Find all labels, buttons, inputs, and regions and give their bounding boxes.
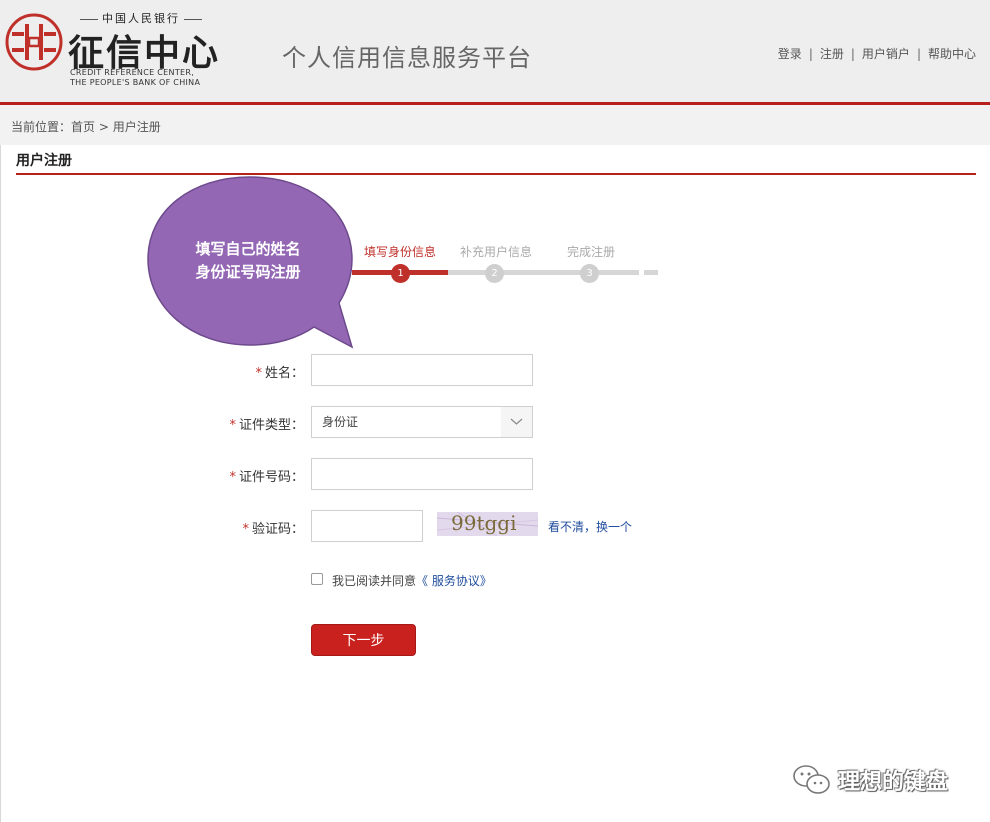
captcha-text: 99tggi [451, 512, 517, 535]
watermark-text: 理想的键盘 [838, 770, 949, 795]
step-3-dot: 3 [580, 264, 599, 283]
step-track-end [644, 270, 658, 275]
required-mark: * [255, 366, 262, 381]
step-1-dot: 1 [391, 264, 410, 283]
step-1-label: 填写身份信息 [364, 245, 437, 259]
nav-close-account-link[interactable]: 用户销户 [862, 47, 910, 61]
content-left-border [0, 145, 1, 822]
nav-separator: | [808, 47, 813, 61]
nav-register-link[interactable]: 注册 [820, 47, 844, 61]
nav-separator: | [916, 47, 921, 61]
required-mark: * [229, 418, 236, 433]
seal-icon [5, 13, 63, 71]
id-type-select[interactable]: 身份证 [311, 406, 533, 438]
breadcrumb-current: 用户注册 [112, 120, 161, 134]
breadcrumb-home-link[interactable]: 首页 [71, 120, 95, 134]
id-type-label: * 证件类型： [220, 414, 304, 433]
captcha-input[interactable] [311, 510, 423, 542]
agree-checkbox[interactable] [311, 573, 323, 585]
name-input[interactable] [311, 354, 533, 386]
captcha-label: * 验证码： [230, 518, 304, 537]
annotation-text: 填写自己的姓名 身份证号码注册 [146, 238, 350, 284]
id-number-label-text: 证件号码： [238, 470, 304, 485]
refresh-captcha-link[interactable]: 看不清，换一个 [548, 518, 632, 535]
id-number-input[interactable] [311, 458, 533, 490]
breadcrumb-separator: > [98, 120, 109, 134]
top-nav: 登录 | 注册 | 用户销户 | 帮助中心 [778, 45, 976, 62]
step-track-inactive [448, 270, 639, 275]
breadcrumb: 当前位置：首页 > 用户注册 [11, 118, 161, 135]
annotation-line1: 填写自己的姓名 [195, 240, 301, 258]
nav-help-link[interactable]: 帮助中心 [928, 47, 976, 61]
agreement-text: 我已阅读并同意《 服务协议》 [332, 572, 492, 589]
agree-label: 我已阅读并同意 [332, 574, 417, 588]
required-mark: * [229, 470, 236, 485]
service-agreement-link[interactable]: 《 服务协议》 [416, 574, 492, 588]
name-label: * 姓名： [240, 362, 304, 381]
name-label-text: 姓名： [264, 366, 304, 381]
logo-english-line1: CREDIT REFERENCE CENTER, [70, 68, 195, 77]
nav-separator: | [850, 47, 855, 61]
step-3-label: 完成注册 [567, 245, 616, 259]
page-title: 用户注册 [16, 153, 72, 169]
chevron-down-icon[interactable] [501, 407, 532, 437]
nav-login-link[interactable]: 登录 [778, 47, 802, 61]
breadcrumb-prefix: 当前位置： [11, 120, 72, 134]
logo[interactable]: 中国人民银行 征信中心 CREDIT REFERENCE CENTER, THE… [4, 8, 218, 88]
step-2-label: 补充用户信息 [460, 245, 533, 259]
captcha-label-text: 验证码： [251, 522, 304, 537]
logo-english-line2: THE PEOPLE'S BANK OF CHINA [70, 78, 201, 87]
step-2-dot: 2 [485, 264, 504, 283]
id-type-label-text: 证件类型： [238, 418, 304, 433]
captcha-image[interactable]: 99tggi [437, 512, 538, 536]
platform-title: 个人信用信息服务平台 [282, 44, 532, 72]
next-step-button[interactable]: 下一步 [311, 624, 416, 656]
id-number-label: * 证件号码： [220, 466, 304, 485]
id-type-selected: 身份证 [322, 415, 359, 429]
annotation-line2: 身份证号码注册 [195, 263, 301, 281]
required-mark: * [242, 522, 249, 537]
